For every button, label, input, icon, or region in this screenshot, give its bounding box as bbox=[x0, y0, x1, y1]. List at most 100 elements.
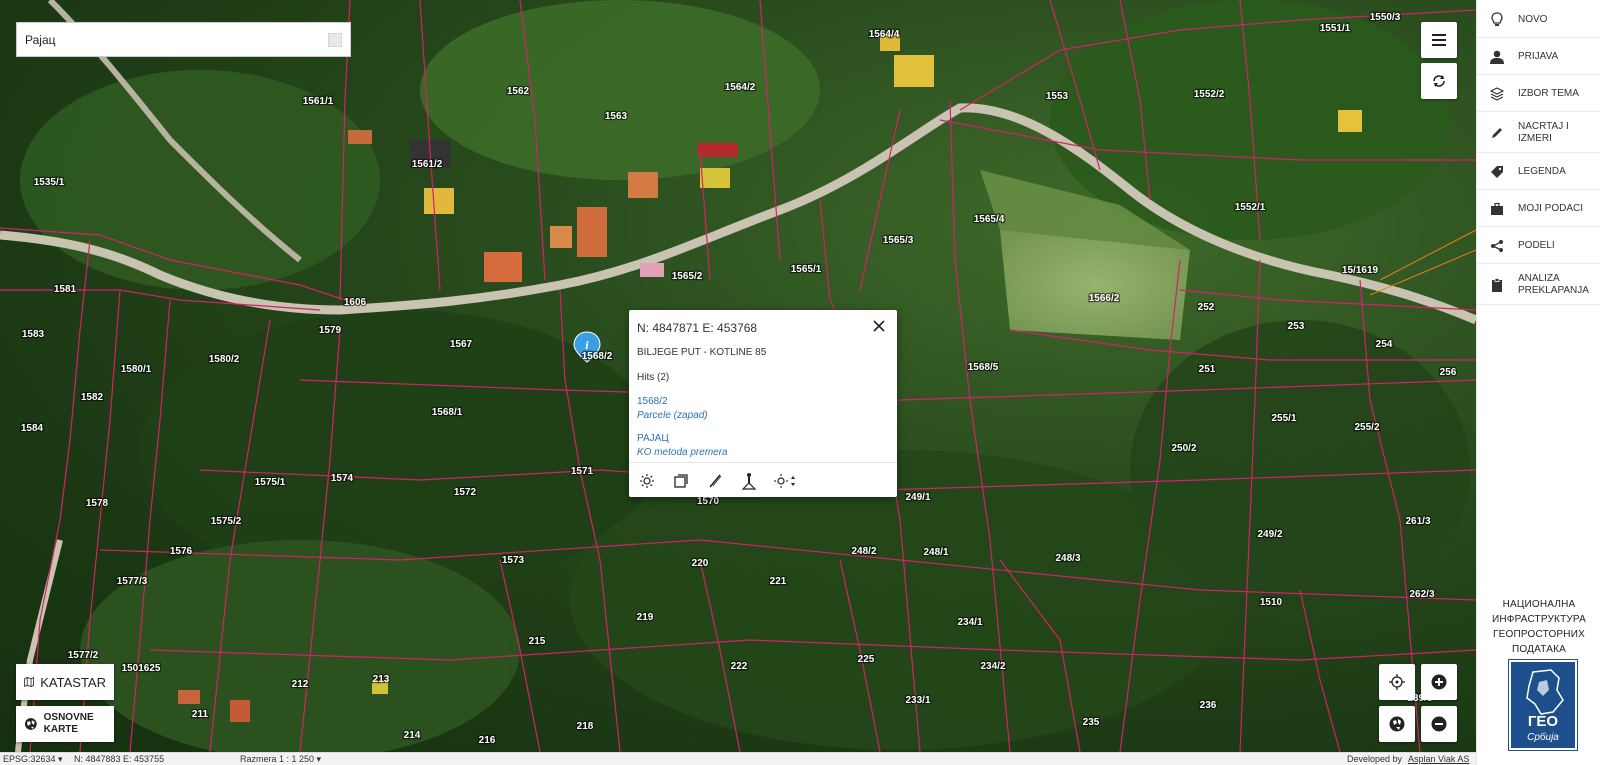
close-icon[interactable] bbox=[871, 318, 887, 334]
lightbulb-icon bbox=[1489, 11, 1505, 28]
parcel-label: 1577/3 bbox=[117, 576, 148, 587]
parcel-label: 1562 bbox=[507, 86, 530, 97]
org-line: ГЕОПРОСТОРНИХ bbox=[1493, 629, 1585, 640]
search-box[interactable] bbox=[16, 22, 351, 57]
sidebar-item-label: IZBOR TEMA bbox=[1518, 87, 1579, 99]
parcel-label: 1552/2 bbox=[1194, 89, 1225, 100]
clear-search-icon[interactable] bbox=[328, 32, 342, 47]
katastar-button[interactable]: KATASTAR bbox=[16, 664, 114, 700]
parcel-label: 213 bbox=[373, 674, 390, 685]
layers-icon bbox=[1489, 86, 1505, 102]
ruler-icon[interactable] bbox=[705, 472, 725, 490]
parcel-label: 1575/1 bbox=[255, 477, 286, 488]
parcel-label: 1565/4 bbox=[974, 214, 1005, 225]
refresh-button[interactable] bbox=[1421, 63, 1457, 99]
parcel-label: 1561/2 bbox=[412, 159, 443, 170]
parcel-label: 253 bbox=[1288, 321, 1305, 332]
sidebar-item-moji-podaci[interactable]: MOJI PODACI bbox=[1477, 191, 1600, 227]
person-elevation-icon[interactable] bbox=[739, 472, 759, 490]
parcel-label: 1563 bbox=[605, 111, 628, 122]
org-line: ИНФРАСТРУКТУРА bbox=[1491, 614, 1587, 625]
projection-selector[interactable]: EPSG:32634 ▾ bbox=[3, 754, 63, 765]
sun-icon[interactable] bbox=[637, 472, 657, 490]
cursor-coordinates: N: 4847883 E: 453755 bbox=[74, 754, 165, 764]
extent-icon[interactable] bbox=[671, 472, 691, 490]
world-view-button[interactable] bbox=[1379, 706, 1415, 742]
parcel-label: 1553 bbox=[1046, 91, 1069, 102]
sidebar-item-label: ANALIZA PREKLAPANJA bbox=[1518, 272, 1589, 296]
parcel-label: 214 bbox=[404, 730, 421, 741]
sidebar: NOVO PRIJAVA IZBOR TEMA NACRTAJ I IZMERI… bbox=[1476, 0, 1600, 765]
parcel-label: 235 bbox=[1083, 717, 1100, 728]
parcel-label: 218 bbox=[577, 721, 594, 732]
logo-subtext: Србија bbox=[1527, 732, 1559, 743]
parcel-label: 1564/2 bbox=[725, 82, 756, 93]
map-icon bbox=[24, 676, 35, 688]
parcel-label: 250/2 bbox=[1171, 443, 1196, 454]
parcel-label: 1580/1 bbox=[121, 364, 152, 375]
brightness-dropdown-icon[interactable] bbox=[773, 472, 799, 490]
parcel-label: 1573 bbox=[502, 555, 525, 566]
parcel-label: 251 bbox=[1199, 364, 1216, 375]
result-title[interactable]: 1568/2 bbox=[637, 396, 668, 407]
parcel-label: 248/1 bbox=[923, 547, 948, 558]
plus-icon bbox=[1431, 674, 1447, 690]
parcel-label: 254 bbox=[1376, 339, 1393, 350]
parcel-label: 1552/1 bbox=[1235, 202, 1266, 213]
parcel-label: 1571 bbox=[571, 466, 594, 477]
crosshair-icon bbox=[1389, 674, 1405, 690]
popup-divider bbox=[629, 462, 897, 463]
parcel-label: 1568/5 bbox=[968, 362, 999, 373]
scale-selector[interactable]: Razmera 1 : 1 250 ▾ bbox=[240, 754, 321, 765]
clipboard-icon bbox=[1489, 277, 1505, 293]
sidebar-item-label: PODELI bbox=[1518, 239, 1555, 251]
sidebar-item-novo[interactable]: NOVO bbox=[1477, 2, 1600, 38]
parcel-label: 216 bbox=[479, 735, 496, 746]
sidebar-item-prijava[interactable]: PRIJAVA bbox=[1477, 39, 1600, 75]
share-icon bbox=[1489, 238, 1505, 254]
locate-button[interactable] bbox=[1379, 664, 1415, 700]
parcel-label: 15/1619 bbox=[1342, 265, 1379, 276]
parcel-label: 1606 bbox=[344, 297, 367, 308]
menu-icon bbox=[1432, 34, 1446, 46]
refresh-icon bbox=[1433, 75, 1445, 87]
menu-button[interactable] bbox=[1421, 22, 1457, 58]
globe-icon bbox=[1389, 716, 1405, 732]
org-line: НАЦИОНАЛНА bbox=[1502, 599, 1576, 610]
sidebar-item-podeli[interactable]: PODELI bbox=[1477, 228, 1600, 264]
parcel-label: 249/1 bbox=[905, 492, 930, 503]
parcel-label: 1577/2 bbox=[68, 650, 99, 661]
parcel-label: 220 bbox=[692, 558, 709, 569]
geo-srbija-logo[interactable]: ГЕО Србија bbox=[1508, 659, 1578, 751]
developer-link[interactable]: Asplan Viak AS bbox=[1408, 754, 1469, 764]
sidebar-item-legenda[interactable]: LEGENDA bbox=[1477, 154, 1600, 190]
parcel-label: 256 bbox=[1440, 367, 1457, 378]
parcel-label: 1575/2 bbox=[211, 516, 242, 527]
parcel-label: 1570 bbox=[697, 496, 720, 507]
parcel-label: 1584 bbox=[21, 423, 44, 434]
sidebar-item-analiza[interactable]: ANALIZA PREKLAPANJA bbox=[1477, 265, 1600, 305]
parcel-label: 225 bbox=[858, 654, 875, 665]
parcel-label: 1568/1 bbox=[432, 407, 463, 418]
parcel-label: 1565/1 bbox=[791, 264, 822, 275]
result-title[interactable]: РАЈАЦ bbox=[637, 433, 669, 444]
osnovne-karte-button[interactable]: OSNOVNE KARTE bbox=[16, 706, 114, 742]
zoom-out-button[interactable] bbox=[1421, 706, 1457, 742]
sidebar-item-izbor-tema[interactable]: IZBOR TEMA bbox=[1477, 76, 1600, 112]
parcel-label: 252 bbox=[1198, 302, 1215, 313]
serbia-map-icon bbox=[1526, 669, 1564, 715]
parcel-label: 255/1 bbox=[1271, 413, 1296, 424]
parcel-label: 1567 bbox=[450, 339, 473, 350]
parcel-label: 1582 bbox=[81, 392, 104, 403]
popup-address: BILJEGE PUT - KOTLINE 85 bbox=[637, 347, 767, 358]
parcel-label: 233/1 bbox=[905, 695, 930, 706]
search-input[interactable] bbox=[25, 32, 328, 47]
sidebar-item-nacrtaj[interactable]: NACRTAJ I IZMERI bbox=[1477, 113, 1600, 153]
organization-name: НАЦИОНАЛНА ИНФРАСТРУКТУРА ГЕОПРОСТОРНИХ … bbox=[1477, 597, 1600, 657]
info-popup: N: 4847871 E: 453768 BILJEGE PUT - KOTLI… bbox=[629, 310, 897, 497]
parcel-label: 1561/1 bbox=[303, 96, 334, 107]
parcel-label: 1579 bbox=[319, 325, 342, 336]
zoom-in-button[interactable] bbox=[1421, 664, 1457, 700]
parcel-label: 221 bbox=[770, 576, 787, 587]
logo-text: ГЕО bbox=[1527, 713, 1559, 730]
